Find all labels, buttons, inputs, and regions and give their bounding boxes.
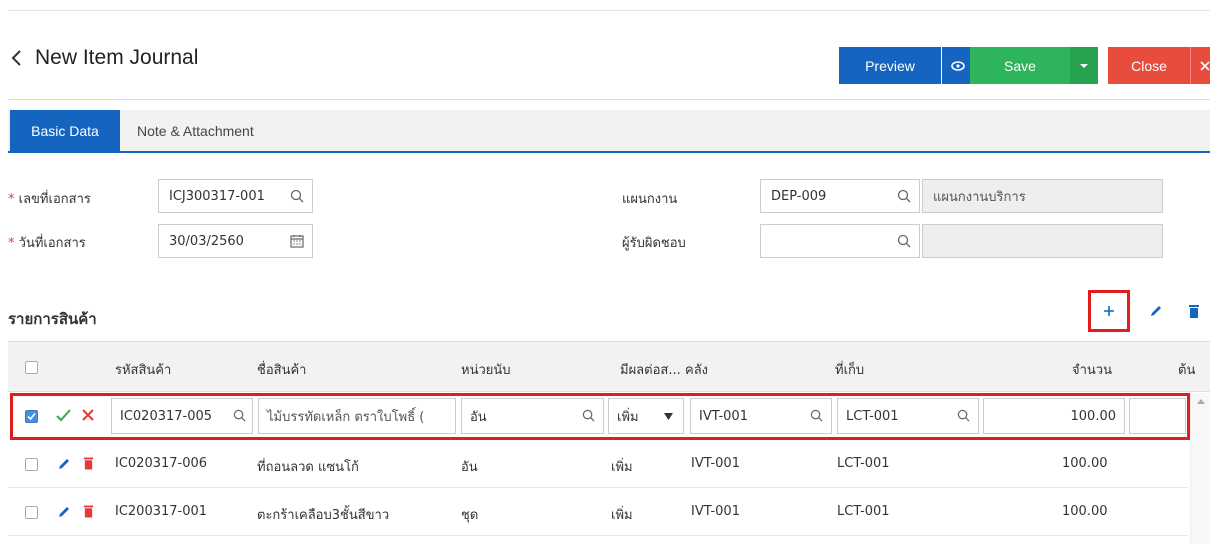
cell-unit: อัน	[461, 460, 478, 475]
cell-item-name: ตะกร้าเคลือบ3ชั้นสีขาว	[257, 508, 390, 523]
cell-location: LCT-001	[837, 456, 890, 471]
trash-icon[interactable]	[83, 456, 94, 471]
calendar-icon[interactable]	[290, 234, 304, 248]
search-icon[interactable]	[957, 409, 970, 422]
cell-unit: ชุด	[461, 508, 479, 523]
items-section-title: รายการสินค้า	[8, 310, 97, 328]
table-row[interactable]: IC200317-001 ตะกร้าเคลือบ3ชั้นสีขาว ชุด …	[8, 489, 1188, 536]
col-location[interactable]: ที่เก็บ	[835, 359, 864, 380]
delete-item-button[interactable]	[1175, 292, 1210, 330]
responsible-label: ผู้รับผิดชอบ	[622, 236, 686, 251]
row-checkbox[interactable]	[25, 458, 38, 471]
close-x-icon[interactable]	[1190, 47, 1210, 84]
table-scrollbar[interactable]	[1190, 393, 1210, 544]
close-button[interactable]: Close	[1108, 47, 1190, 84]
responsible-name-field	[922, 224, 1163, 258]
dept-name-field: แผนกงานบริการ	[922, 179, 1163, 213]
save-dropdown-caret-icon[interactable]	[1070, 47, 1098, 84]
doc-no-field[interactable]: ICJ300317-001	[158, 179, 313, 213]
doc-no-label: * เลขที่เอกสาร	[8, 192, 91, 207]
location-input[interactable]: LCT-001	[837, 398, 979, 434]
effect-select[interactable]: เพิ่ม	[608, 398, 684, 434]
confirm-check-icon[interactable]	[56, 409, 71, 422]
cell-quantity: 100.00	[1062, 456, 1108, 471]
edit-item-button[interactable]	[1137, 292, 1175, 330]
back-chevron-icon[interactable]	[10, 45, 30, 71]
trash-icon	[1189, 304, 1199, 318]
col-warehouse[interactable]: คลัง	[685, 359, 708, 380]
pencil-icon[interactable]	[57, 505, 71, 519]
cell-item-code: IC020317-006	[115, 456, 208, 471]
dropdown-caret-icon	[664, 413, 673, 420]
warehouse-input[interactable]: IVT-001	[690, 398, 832, 434]
dept-label: แผนกงาน	[622, 192, 678, 207]
row-checkbox-checked[interactable]	[25, 410, 38, 423]
cell-warehouse: IVT-001	[691, 504, 740, 519]
dept-code-field[interactable]: DEP-009	[760, 179, 920, 213]
cell-effect: เพิ่ม	[611, 508, 633, 523]
pencil-icon[interactable]	[57, 457, 71, 471]
doc-date-field[interactable]: 30/03/2560	[158, 224, 313, 258]
responsible-code-field[interactable]	[760, 224, 920, 258]
col-item-name[interactable]: ชื่อสินค้า	[257, 359, 306, 380]
search-icon[interactable]	[582, 409, 595, 422]
search-icon[interactable]	[290, 189, 304, 203]
col-item-code[interactable]: รหัสสินค้า	[115, 359, 171, 380]
search-icon[interactable]	[897, 189, 911, 203]
pencil-icon	[1151, 306, 1161, 316]
search-icon[interactable]	[233, 409, 246, 422]
tab-bar: Basic Data Note & Attachment	[8, 110, 1210, 153]
tab-basic-data[interactable]: Basic Data	[10, 110, 120, 151]
col-effect[interactable]: มีผลต่อส...	[620, 359, 681, 380]
item-code-input[interactable]: IC020317-005	[111, 398, 253, 434]
tab-note-attachment[interactable]: Note & Attachment	[123, 110, 268, 151]
search-icon[interactable]	[810, 409, 823, 422]
plus-icon	[1104, 306, 1114, 316]
page-title: New Item Journal	[35, 46, 199, 69]
cell-quantity: 100.00	[1062, 504, 1108, 519]
cell-item-code: IC200317-001	[115, 504, 208, 519]
col-cost[interactable]: ต้น	[1178, 359, 1195, 380]
select-all-checkbox[interactable]	[25, 361, 38, 374]
table-header: รหัสสินค้า ชื่อสินค้า หน่วยนับ มีผลต่อส.…	[8, 342, 1210, 392]
col-quantity[interactable]: จำนวน	[1072, 359, 1112, 380]
cell-effect: เพิ่ม	[611, 460, 633, 475]
cell-item-name: ที่ถอนลวด แซนโก้	[257, 460, 359, 475]
cell-location: LCT-001	[837, 504, 890, 519]
scroll-up-arrow-icon[interactable]	[1197, 399, 1205, 404]
trash-icon[interactable]	[83, 504, 94, 519]
table-row[interactable]: IC020317-006 ที่ถอนลวด แซนโก้ อัน เพิ่ม …	[8, 441, 1188, 488]
col-unit[interactable]: หน่วยนับ	[461, 359, 511, 380]
quantity-input[interactable]: 100.00	[983, 398, 1125, 434]
preview-button[interactable]: Preview	[839, 47, 941, 84]
item-name-input[interactable]: ไม้บรรทัดเหล็ก ตราใบโพธิ์ (	[258, 398, 456, 434]
save-button[interactable]: Save	[970, 47, 1070, 84]
doc-date-label: * วันที่เอกสาร	[8, 236, 86, 251]
cancel-x-icon[interactable]	[82, 409, 94, 421]
table-row-editing: IC020317-005 ไม้บรรทัดเหล็ก ตราใบโพธิ์ (…	[8, 393, 1188, 440]
page-header: New Item Journal Preview Save Close	[8, 11, 1210, 100]
cost-input[interactable]	[1129, 398, 1186, 434]
search-icon[interactable]	[897, 234, 911, 248]
unit-input[interactable]: อัน	[461, 398, 604, 434]
add-item-button[interactable]	[1088, 290, 1130, 332]
row-checkbox[interactable]	[25, 506, 38, 519]
cell-warehouse: IVT-001	[691, 456, 740, 471]
